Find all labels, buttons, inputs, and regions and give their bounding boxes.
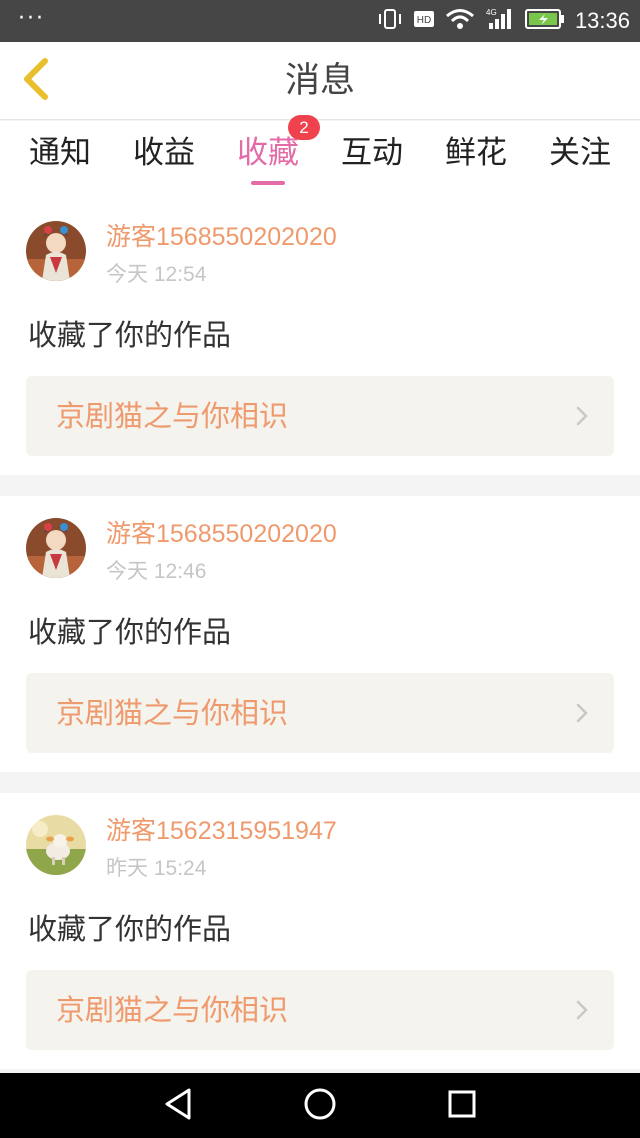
message-text: 收藏了你的作品 [28, 912, 232, 946]
avatar[interactable] [26, 518, 86, 578]
message-card: 游客1568550202020 今天 12:54 收藏了你的作品 京剧猫之与你相… [0, 199, 640, 475]
tab-flowers[interactable]: 鲜花 [426, 121, 526, 199]
work-title: 京剧猫之与你相识 [56, 993, 289, 1027]
svg-text:4G: 4G [486, 8, 497, 17]
username[interactable]: 游客1568550202020 [106, 221, 337, 253]
notification-dots: ··· [18, 6, 45, 31]
tab-label: 互动 [341, 135, 403, 171]
work-link[interactable]: 京剧猫之与你相识 [26, 376, 614, 456]
vibrate-icon [377, 8, 403, 34]
tab-label: 鲜花 [445, 135, 507, 171]
tab-label: 收益 [133, 135, 195, 171]
system-nav-bar [0, 1073, 640, 1138]
signal-icon: 4G [485, 7, 515, 35]
unread-badge: 2 [288, 115, 320, 140]
square-recent-icon [447, 1089, 477, 1123]
work-title: 京剧猫之与你相识 [56, 696, 289, 730]
triangle-back-icon [161, 1086, 195, 1126]
message-time: 今天 12:54 [106, 263, 207, 286]
nav-back-button[interactable] [138, 1073, 218, 1138]
message-card: 游客1568550202020 今天 12:46 收藏了你的作品 京剧猫之与你相… [0, 496, 640, 772]
message-text: 收藏了你的作品 [28, 318, 232, 352]
message-time: 昨天 15:24 [106, 857, 207, 880]
tab-interactions[interactable]: 互动 [322, 121, 422, 199]
page-title: 消息 [284, 61, 355, 101]
status-time: 13:36 [574, 8, 630, 33]
active-tab-indicator [251, 181, 285, 185]
work-link[interactable]: 京剧猫之与你相识 [26, 970, 614, 1050]
status-bar: ··· HD 4G 13:36 [0, 0, 640, 42]
svg-text:HD: HD [417, 15, 431, 26]
app-header: 消息 [0, 42, 640, 120]
chevron-right-icon [574, 998, 590, 1022]
avatar[interactable] [26, 221, 86, 281]
work-title: 京剧猫之与你相识 [56, 399, 289, 433]
message-card: 游客1562315951947 昨天 15:24 收藏了你的作品 京剧猫之与你相… [0, 793, 640, 1069]
chevron-right-icon [574, 701, 590, 725]
avatar[interactable] [26, 815, 86, 875]
tab-notice[interactable]: 通知 [10, 121, 110, 199]
work-link[interactable]: 京剧猫之与你相识 [26, 673, 614, 753]
username[interactable]: 游客1568550202020 [106, 518, 337, 550]
tab-label: 通知 [29, 135, 91, 171]
tab-label: 关注 [549, 135, 611, 171]
tab-favorites[interactable]: 收藏 2 [218, 115, 320, 199]
nav-home-button[interactable] [280, 1073, 360, 1138]
tab-bar: 通知 收益 收藏 2 互动 鲜花 关注 [0, 115, 640, 199]
wifi-icon [445, 8, 475, 34]
tab-earnings[interactable]: 收益 [114, 121, 214, 199]
hd-icon: HD [413, 10, 435, 32]
username[interactable]: 游客1562315951947 [106, 815, 337, 847]
status-icons: HD 4G 13:36 [377, 0, 630, 42]
circle-home-icon [303, 1087, 337, 1125]
nav-recent-button[interactable] [422, 1073, 502, 1138]
chevron-right-icon [574, 404, 590, 428]
battery-icon [524, 8, 565, 34]
message-time: 今天 12:46 [106, 560, 207, 583]
message-text: 收藏了你的作品 [28, 615, 232, 649]
tab-follows[interactable]: 关注 [530, 121, 630, 199]
message-list: 游客1568550202020 今天 12:54 收藏了你的作品 京剧猫之与你相… [0, 199, 640, 1090]
